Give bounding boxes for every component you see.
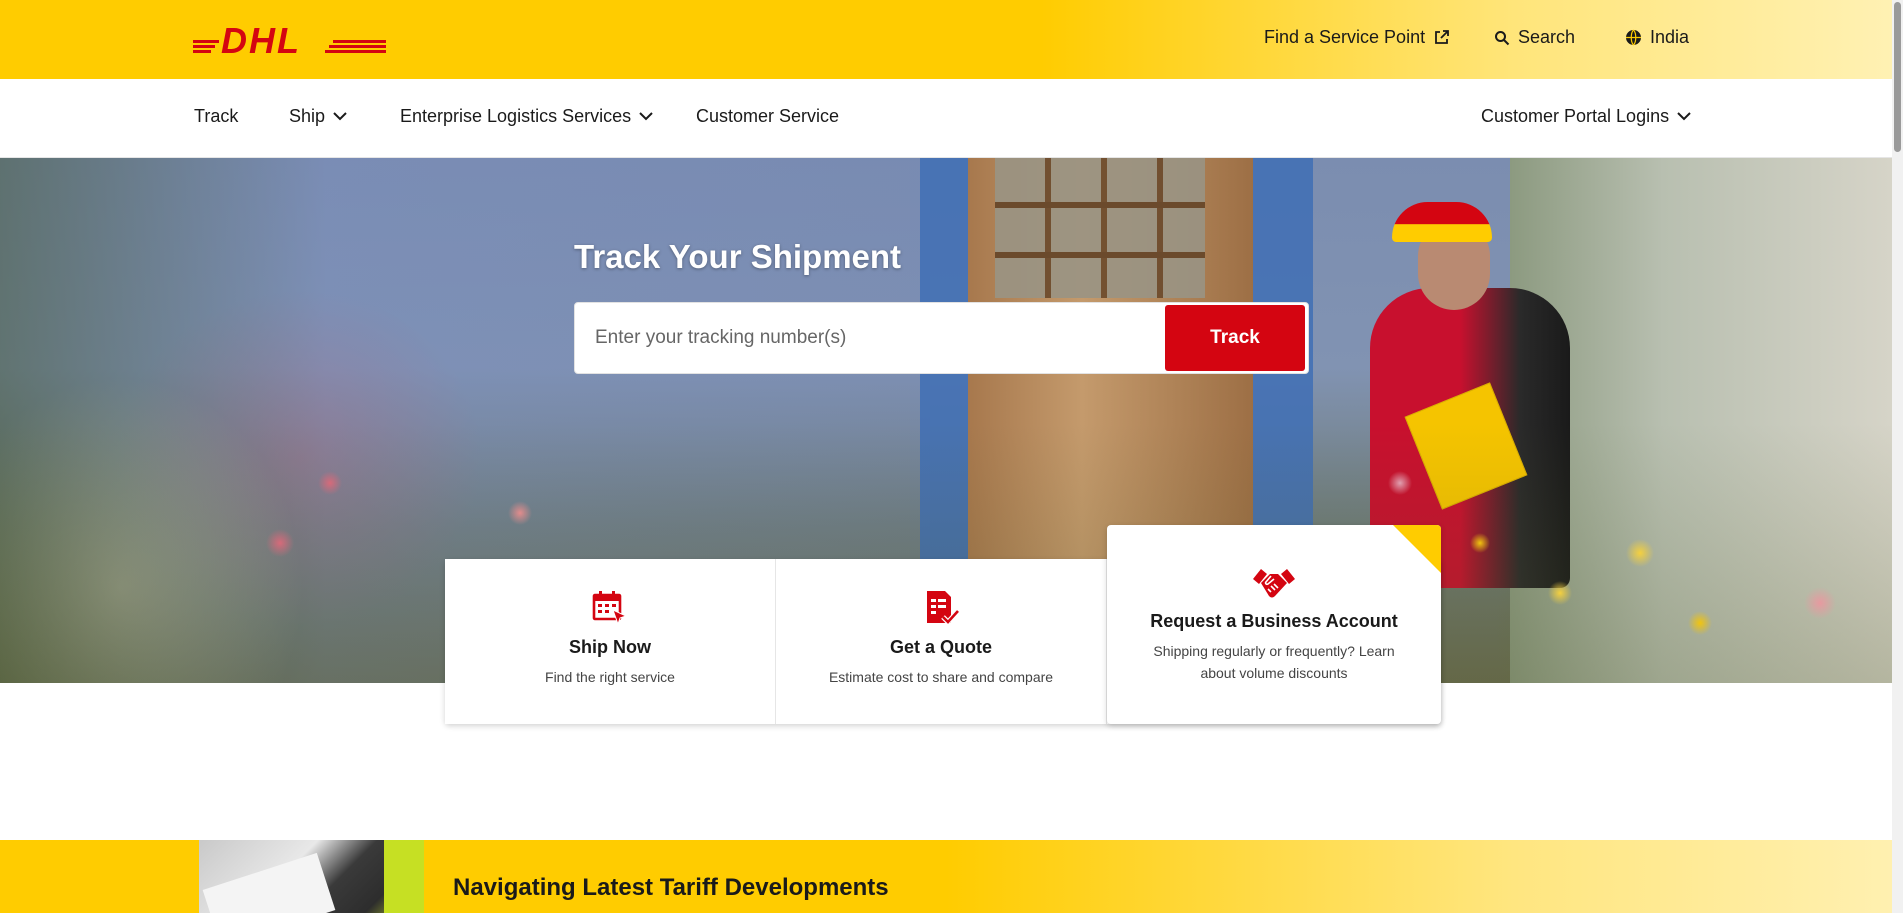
nav-item-label: Track: [194, 106, 239, 126]
nav-item-label: Customer Portal Logins: [1481, 106, 1670, 126]
hero-title: Track Your Shipment: [574, 238, 902, 275]
chevron-down-icon: [1677, 112, 1691, 121]
tracking-form: Track: [574, 302, 1309, 374]
scrollbar-thumb[interactable]: [1894, 2, 1901, 152]
globe-icon: [1626, 29, 1641, 46]
card-description: Estimate cost to share and compare: [828, 669, 1054, 685]
page-scrollbar[interactable]: [1892, 0, 1903, 913]
nav-item-label: Customer Service: [696, 106, 840, 126]
get-a-quote-card[interactable]: Get a Quote Estimate cost to share and c…: [776, 559, 1107, 724]
tracking-number-input[interactable]: [575, 303, 1165, 373]
chevron-down-icon: [333, 112, 347, 121]
dhl-logo[interactable]: DHL: [193, 24, 386, 56]
nav-item-customer-portal-logins[interactable]: Customer Portal Logins: [1481, 106, 1691, 127]
yellow-corner-accent: [1393, 525, 1441, 573]
track-button[interactable]: Track: [1165, 305, 1305, 371]
card-title: Ship Now: [569, 637, 651, 657]
calendar-cursor-icon: [592, 591, 628, 626]
card-title: Request a Business Account: [1150, 611, 1398, 631]
handshake-icon: [1253, 569, 1295, 598]
svg-text:DHL: DHL: [221, 24, 301, 56]
nav-item-enterprise-logistics[interactable]: Enterprise Logistics Services: [400, 106, 653, 127]
nav-item-ship[interactable]: Ship: [289, 106, 347, 127]
country-selector[interactable]: India: [1625, 27, 1689, 48]
find-service-point-label: Find a Service Point: [1264, 27, 1426, 47]
external-link-icon: [1435, 30, 1449, 44]
ship-now-card[interactable]: Ship Now Find the right service: [445, 559, 776, 724]
banner-image: [202, 852, 336, 913]
search-label: Search: [1518, 27, 1576, 47]
country-label: India: [1650, 27, 1690, 47]
nav-item-track[interactable]: Track: [194, 106, 238, 127]
search-icon: [1495, 30, 1510, 45]
card-title: Get a Quote: [889, 637, 992, 657]
hero-background: [995, 158, 1205, 298]
chevron-down-icon: [639, 112, 653, 121]
search-link[interactable]: Search: [1494, 27, 1575, 48]
top-bar: DHL Find a Service Point Search India: [0, 0, 1892, 79]
banner-title: Navigating Latest Tariff Developments: [453, 874, 889, 901]
nav-item-label: Enterprise Logistics Services: [400, 106, 632, 126]
quote-document-check-icon: [927, 591, 960, 626]
find-service-point-link[interactable]: Find a Service Point: [1264, 27, 1450, 48]
nav-item-label: Ship: [289, 106, 326, 126]
main-nav: Track Ship Enterprise Logistics Services…: [0, 79, 1892, 158]
card-description: Shipping regularly or frequently? Learn …: [1153, 643, 1395, 681]
banner-image: [384, 840, 424, 913]
banner-image: [199, 840, 424, 913]
card-description: Find the right service: [545, 669, 675, 685]
courier-illustration: [1392, 202, 1492, 242]
request-business-account-card[interactable]: Request a Business Account Shipping regu…: [1107, 525, 1441, 724]
nav-item-customer-service[interactable]: Customer Service: [696, 106, 839, 127]
